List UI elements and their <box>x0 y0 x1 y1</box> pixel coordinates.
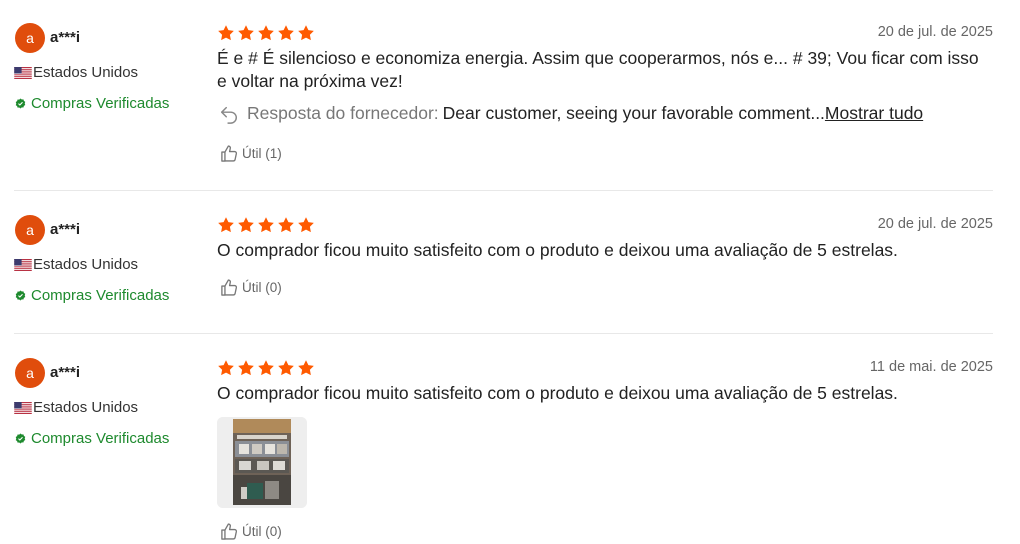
star-icon <box>237 216 255 234</box>
review-date: 20 de jul. de 2025 <box>877 216 993 232</box>
us-flag-icon <box>14 67 32 79</box>
star-rating <box>217 359 315 377</box>
avatar: a <box>15 23 45 53</box>
review-date: 20 de jul. de 2025 <box>877 24 993 40</box>
star-icon <box>277 24 295 42</box>
review-photo-thumbnail[interactable] <box>217 417 307 508</box>
helpful-label: Útil (0) <box>242 524 282 539</box>
product-photo-image <box>217 417 307 508</box>
reply-label: Resposta do fornecedor: <box>247 103 439 123</box>
us-flag-icon <box>14 259 32 271</box>
verified-badge-icon <box>15 98 26 109</box>
helpful-button[interactable]: Útil (1) <box>220 144 282 163</box>
star-icon <box>297 216 315 234</box>
country-label: Estados Unidos <box>33 64 139 81</box>
thumbs-up-icon <box>220 522 239 541</box>
helpful-label: Útil (0) <box>242 280 282 295</box>
thumbs-up-icon <box>220 278 239 297</box>
star-icon <box>217 24 235 42</box>
star-rating <box>217 216 315 234</box>
review-date: 11 de mai. de 2025 <box>869 359 993 375</box>
review-text: O comprador ficou muito satisfeito com o… <box>217 240 898 260</box>
thumbs-up-icon <box>220 144 239 163</box>
reviewer-name: a***i <box>50 221 81 238</box>
show-all-link[interactable]: Mostrar tudo <box>825 103 923 124</box>
review-text: O comprador ficou muito satisfeito com o… <box>217 383 898 403</box>
helpful-label: Útil (1) <box>242 146 282 161</box>
avatar: a <box>15 215 45 245</box>
star-icon <box>297 359 315 377</box>
reply-text: Dear customer, seeing your favorable com… <box>442 103 825 123</box>
review-item: a a***i Estados Unidos Compras Verificad… <box>14 0 993 191</box>
reply-arrow-icon <box>219 104 239 124</box>
review-text: É e # É silencioso e economiza energia. … <box>217 48 979 91</box>
verified-badge-icon <box>15 290 26 301</box>
review-item: a a***i Estados Unidos Compras Verificad… <box>14 335 993 544</box>
avatar: a <box>15 358 45 388</box>
helpful-button[interactable]: Útil (0) <box>220 278 282 297</box>
reviewer-name: a***i <box>50 364 81 381</box>
verified-label: Compras Verificadas <box>31 287 170 304</box>
helpful-button[interactable]: Útil (0) <box>220 522 282 541</box>
verified-purchase: Compras Verificadas <box>15 430 169 447</box>
star-icon <box>217 359 235 377</box>
verified-purchase: Compras Verificadas <box>15 95 169 112</box>
supplier-reply: Resposta do fornecedor: Dear customer, s… <box>219 103 923 124</box>
reviewer-country: Estados Unidos <box>14 64 138 81</box>
us-flag-icon <box>14 402 32 414</box>
star-icon <box>297 24 315 42</box>
star-icon <box>237 359 255 377</box>
country-label: Estados Unidos <box>33 399 139 416</box>
review-item: a a***i Estados Unidos Compras Verificad… <box>14 192 993 334</box>
star-icon <box>257 359 275 377</box>
star-icon <box>277 216 295 234</box>
verified-purchase: Compras Verificadas <box>15 287 169 304</box>
star-icon <box>257 216 275 234</box>
verified-badge-icon <box>15 433 26 444</box>
country-label: Estados Unidos <box>33 256 139 273</box>
star-icon <box>237 24 255 42</box>
verified-label: Compras Verificadas <box>31 430 170 447</box>
verified-label: Compras Verificadas <box>31 95 170 112</box>
star-icon <box>257 24 275 42</box>
reviewer-country: Estados Unidos <box>14 399 138 416</box>
star-icon <box>277 359 295 377</box>
reviewer-name: a***i <box>50 29 81 46</box>
star-icon <box>217 216 235 234</box>
star-rating <box>217 24 315 42</box>
reviewer-country: Estados Unidos <box>14 256 138 273</box>
